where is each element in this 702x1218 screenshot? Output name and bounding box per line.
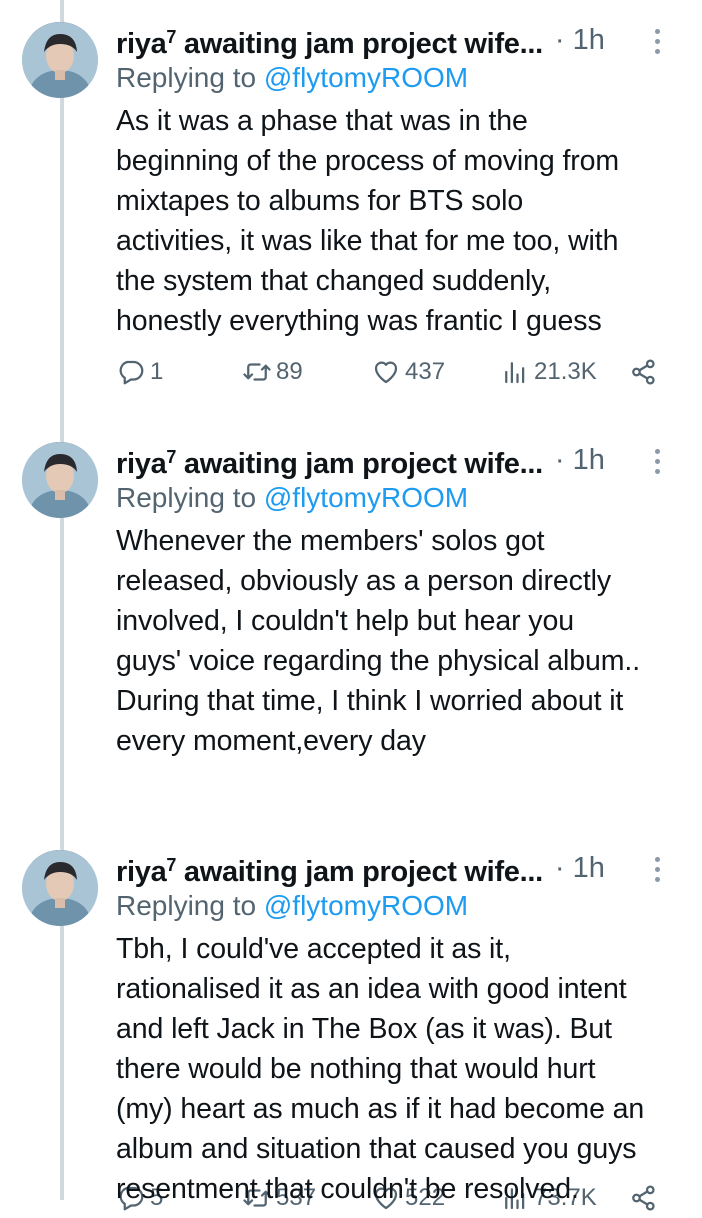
more-icon[interactable] [642, 852, 672, 886]
views-count: 21.3K [534, 358, 597, 385]
share-button[interactable] [629, 352, 659, 392]
tweet-text: Tbh, I could've accepted it as it, ratio… [116, 933, 645, 1205]
avatar-image [22, 850, 98, 926]
avatar-image [22, 442, 98, 518]
reply-icon [119, 360, 144, 385]
tweet-text: As it was a phase that was in the beginn… [116, 105, 620, 337]
tweet-text: Whenever the members' solos got released… [116, 525, 641, 757]
more-icon[interactable] [642, 444, 672, 478]
like-button[interactable]: 437 [371, 352, 445, 392]
tweet-header: riya7 awaiting jam project wife... · 1h [116, 440, 672, 480]
author-name[interactable]: riya7 awaiting jam project wife... [116, 847, 543, 890]
timestamp[interactable]: 1h [573, 850, 605, 886]
avatar[interactable] [22, 442, 98, 518]
thread-connector-line [60, 0, 64, 1200]
timestamp[interactable]: 1h [573, 442, 605, 478]
retweet-icon [243, 363, 271, 381]
avatar[interactable] [22, 22, 98, 98]
replying-to: Replying to @flytomyROOM [116, 62, 469, 93]
reply-handle-link[interactable]: @flytomyROOM [264, 62, 468, 93]
separator-dot: · [554, 852, 565, 884]
reply-button[interactable]: 1 [116, 352, 163, 392]
views-button[interactable]: 21.3K [500, 352, 597, 392]
retweet-button[interactable]: 89 [242, 352, 303, 392]
separator-dot: · [554, 24, 565, 56]
heart-icon [374, 361, 398, 384]
avatar[interactable] [22, 850, 98, 926]
more-icon[interactable] [642, 24, 672, 58]
action-bar: 1 89 437 21.3K [116, 352, 676, 392]
separator-dot: · [554, 444, 565, 476]
share-icon [632, 359, 655, 385]
author-name[interactable]: riya7 awaiting jam project wife... [116, 19, 543, 62]
timestamp[interactable]: 1h [573, 22, 605, 58]
reply-handle-link[interactable]: @flytomyROOM [264, 482, 468, 513]
replying-to: Replying to @flytomyROOM [116, 482, 469, 513]
tweet-header: riya7 awaiting jam project wife... · 1h [116, 848, 672, 888]
avatar-image [22, 22, 98, 98]
tweet-header: riya7 awaiting jam project wife... · 1h [116, 20, 672, 60]
views-icon [505, 362, 525, 384]
author-name[interactable]: riya7 awaiting jam project wife... [116, 439, 543, 482]
retweet-count: 89 [276, 358, 303, 385]
like-count: 437 [405, 358, 446, 385]
reply-count: 1 [150, 358, 164, 385]
reply-handle-link[interactable]: @flytomyROOM [264, 890, 468, 921]
replying-to: Replying to @flytomyROOM [116, 890, 469, 921]
